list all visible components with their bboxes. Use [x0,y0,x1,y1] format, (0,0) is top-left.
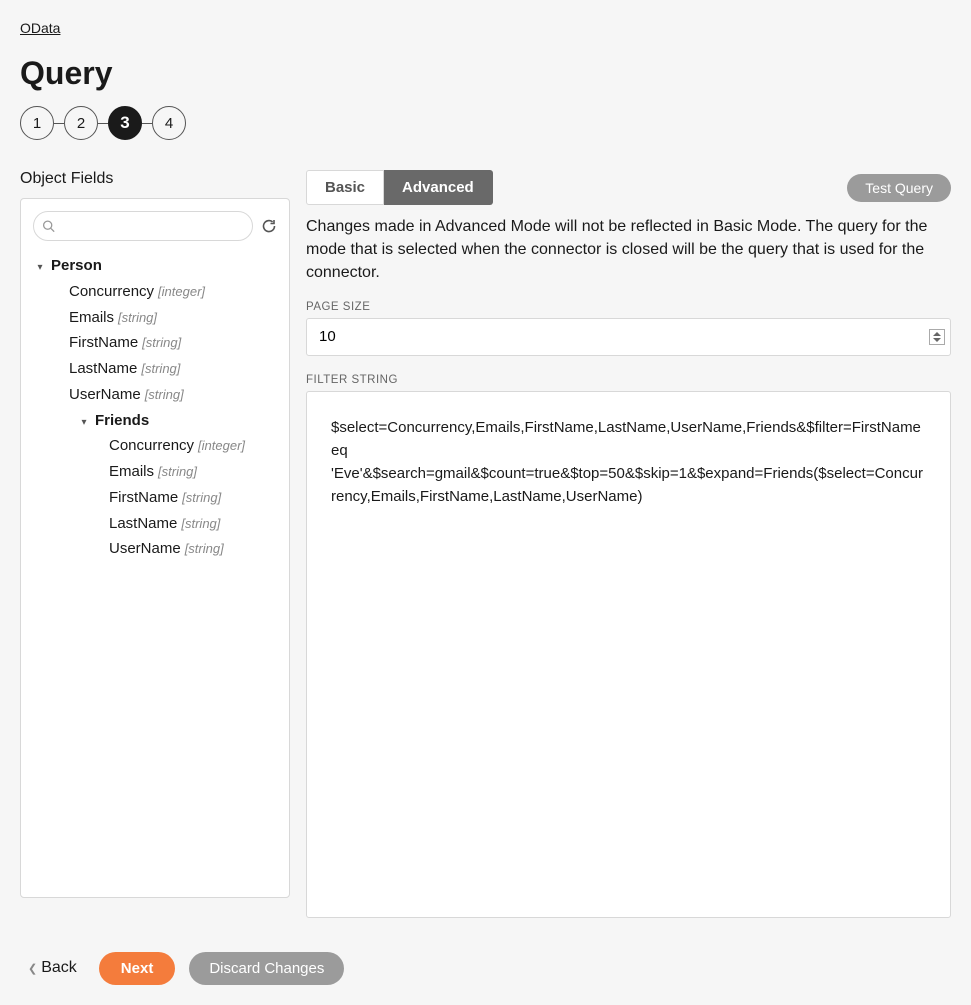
step-connector [98,123,108,124]
tree-label: LastName [69,358,137,380]
tree-label: FirstName [109,487,178,509]
tab-basic[interactable]: Basic [306,170,384,205]
page-size-stepper[interactable] [929,329,945,345]
filter-string-label: FILTER STRING [306,374,951,386]
tree-type: [string] [185,540,224,559]
object-fields-label: Object Fields [20,170,290,188]
back-label: Back [41,959,77,977]
tree-node-person[interactable]: ▾ Person [33,253,277,279]
tree-type: [string] [145,386,184,405]
search-icon [42,220,55,233]
tree-label: Person [51,255,102,277]
tree-label: Emails [109,461,154,483]
step-2[interactable]: 2 [64,106,98,140]
page-title: Query [20,55,951,92]
tree-leaf[interactable]: FirstName[string] [33,330,277,356]
tree-leaf[interactable]: Emails[string] [33,305,277,331]
tree-label: FirstName [69,332,138,354]
step-1[interactable]: 1 [20,106,54,140]
tree-leaf[interactable]: Concurrency[integer] [33,433,277,459]
tree-leaf[interactable]: Emails[string] [33,459,277,485]
step-4[interactable]: 4 [152,106,186,140]
tree-label: Concurrency [109,435,194,457]
tree-type: [integer] [198,437,245,456]
chevron-down-icon[interactable]: ▾ [77,416,91,431]
discard-button[interactable]: Discard Changes [189,952,344,985]
step-connector [142,123,152,124]
tree-label: Concurrency [69,281,154,303]
page-size-label: PAGE SIZE [306,301,951,313]
tree-node-friends[interactable]: ▾ Friends [33,408,277,434]
refresh-icon[interactable] [261,218,277,234]
object-fields-panel: ▾PersonConcurrency[integer]Emails[string… [20,198,290,898]
tree-label: UserName [69,384,141,406]
tree-label: Emails [69,307,114,329]
tree-type: [string] [181,515,220,534]
tree-type: [string] [182,489,221,508]
breadcrumb-link[interactable]: OData [20,20,60,36]
chevron-left-icon: ❮ [28,962,37,975]
step-connector [54,123,64,124]
tree-leaf[interactable]: FirstName[string] [33,485,277,511]
test-query-button[interactable]: Test Query [847,174,951,202]
next-button[interactable]: Next [99,952,176,985]
mode-tabs: Basic Advanced [306,170,493,205]
field-tree: ▾PersonConcurrency[integer]Emails[string… [33,253,277,562]
tree-type: [string] [142,334,181,353]
back-button[interactable]: ❮ Back [20,959,85,977]
step-3[interactable]: 3 [108,106,142,140]
tree-leaf[interactable]: LastName[string] [33,356,277,382]
tree-leaf[interactable]: UserName[string] [33,536,277,562]
tab-advanced[interactable]: Advanced [384,170,493,205]
page-size-input[interactable] [306,318,951,356]
tree-leaf[interactable]: LastName[string] [33,511,277,537]
tree-type: [string] [118,309,157,328]
tree-type: [integer] [158,283,205,302]
tree-label: Friends [95,410,149,432]
tree-label: LastName [109,513,177,535]
stepper: 1 2 3 4 [20,106,951,140]
tree-label: UserName [109,538,181,560]
filter-string-input[interactable] [306,391,951,918]
chevron-down-icon[interactable]: ▾ [33,261,47,276]
tree-leaf[interactable]: UserName[string] [33,382,277,408]
mode-notice: Changes made in Advanced Mode will not b… [306,215,951,285]
tree-type: [string] [141,360,180,379]
tree-type: [string] [158,463,197,482]
search-input[interactable] [33,211,253,241]
tree-leaf[interactable]: Concurrency[integer] [33,279,277,305]
